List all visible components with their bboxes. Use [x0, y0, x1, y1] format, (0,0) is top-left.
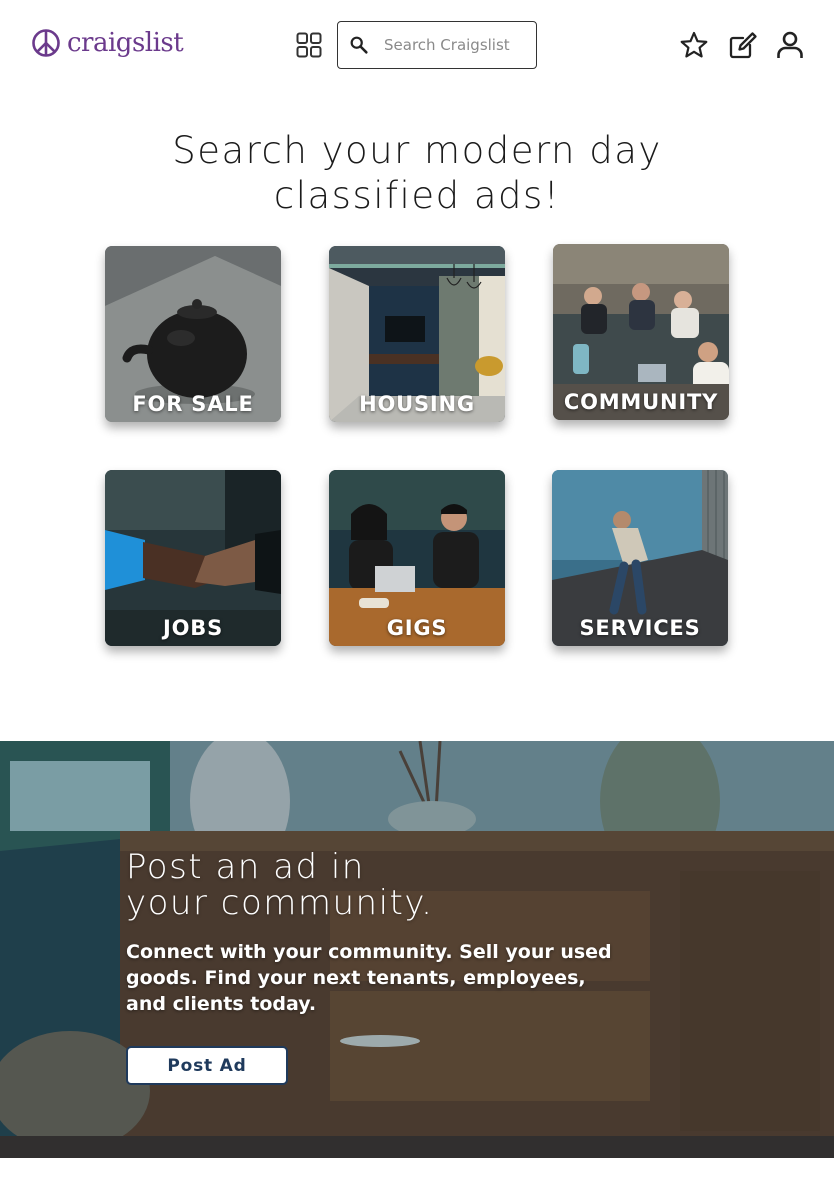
- edit-icon[interactable]: [728, 30, 758, 60]
- category-label: FOR SALE: [132, 392, 254, 416]
- category-tile-services[interactable]: SERVICES: [552, 470, 728, 646]
- category-label: GIGS: [386, 616, 448, 640]
- category-tile-housing[interactable]: HOUSING: [329, 246, 505, 422]
- grid-icon[interactable]: [296, 32, 322, 58]
- user-icon[interactable]: [775, 30, 805, 60]
- category-tile-for-sale[interactable]: FOR SALE: [105, 246, 281, 422]
- category-tile-gigs[interactable]: GIGS: [329, 470, 505, 646]
- category-label: JOBS: [163, 616, 223, 640]
- category-label: COMMUNITY: [563, 390, 719, 414]
- banner-subtitle: Connect with your community. Sell your u…: [126, 941, 612, 1015]
- logo-link[interactable]: craigslist: [31, 28, 184, 58]
- search-box[interactable]: [337, 21, 537, 69]
- search-input[interactable]: [384, 36, 524, 54]
- page-title: Search your modern day classified ads!: [0, 128, 834, 218]
- post-ad-banner: Post an ad in your community. Connect wi…: [0, 741, 834, 1158]
- star-icon[interactable]: [679, 30, 709, 60]
- category-label: SERVICES: [579, 616, 701, 640]
- banner-title-line1: Post an ad in: [126, 847, 365, 887]
- logo-text: craigslist: [67, 28, 184, 58]
- banner-title-line2: your community.: [126, 883, 434, 923]
- page-title-line2: classified ads!: [273, 174, 561, 217]
- top-nav: craigslist: [0, 0, 834, 90]
- post-ad-button[interactable]: Post Ad: [126, 1046, 288, 1085]
- category-tile-jobs[interactable]: JOBS: [105, 470, 281, 646]
- category-tile-community[interactable]: COMMUNITY: [553, 244, 729, 420]
- peace-sign-icon: [32, 29, 60, 57]
- banner-title: Post an ad in your community.: [126, 849, 433, 921]
- category-label: HOUSING: [359, 392, 475, 416]
- page-title-line1: Search your modern day: [172, 129, 662, 172]
- search-icon: [350, 36, 368, 54]
